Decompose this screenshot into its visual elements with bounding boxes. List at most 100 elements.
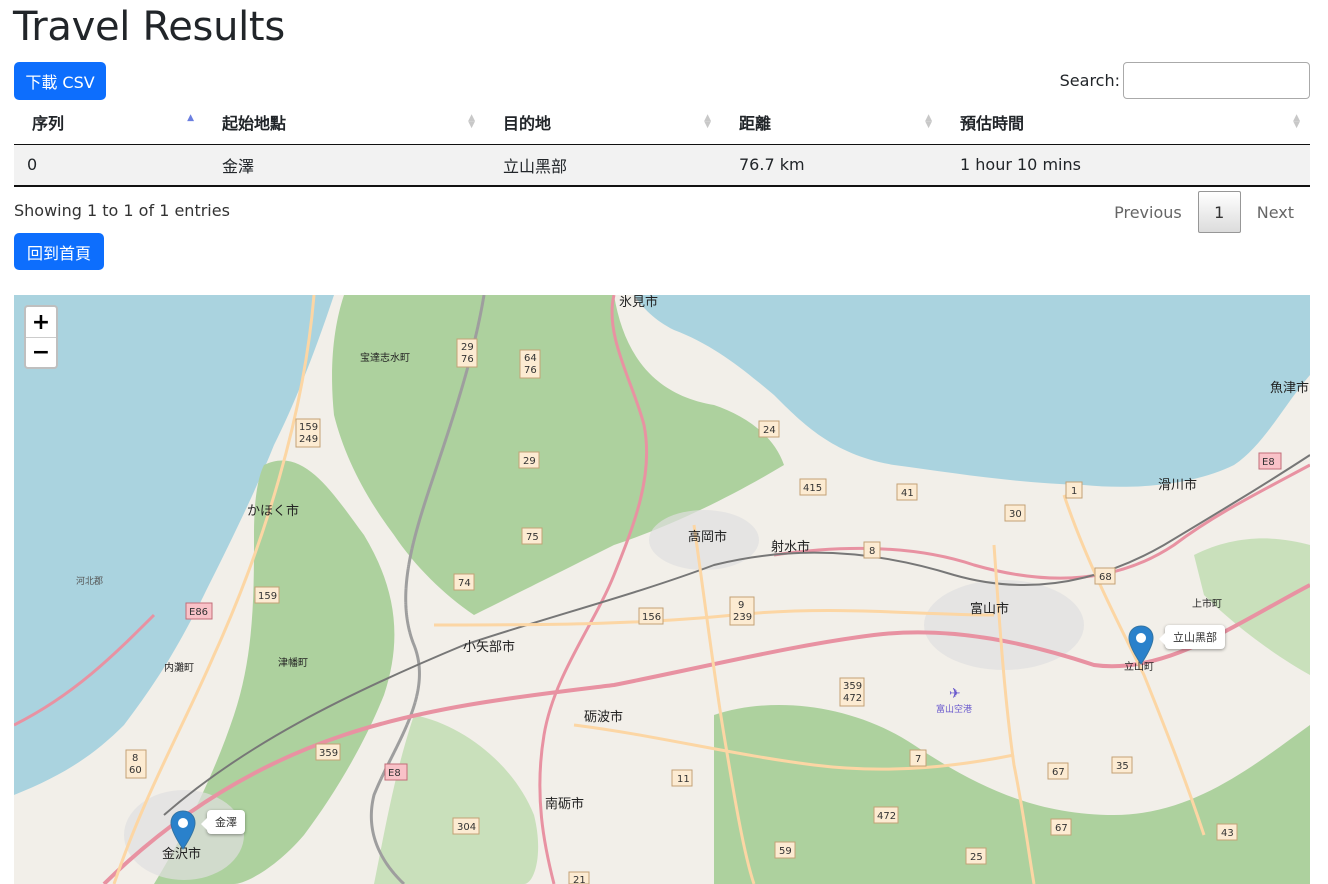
cell-index: 0 (14, 144, 204, 187)
svg-text:415: 415 (803, 483, 822, 494)
table-header-row: 序列 ▲ 起始地點 ▲ ▼ 目的地 ▲ ▼ 距離 ▲ ▼ 預估時間 ▲ ▼ (14, 101, 1310, 145)
svg-text:E8: E8 (1262, 457, 1275, 468)
svg-text:29: 29 (461, 342, 474, 353)
cell-duration: 1 hour 10 mins (942, 144, 1310, 187)
svg-text:67: 67 (1055, 823, 1068, 834)
table-row: 0 金澤 立山黑部 76.7 km 1 hour 10 mins (14, 144, 1310, 187)
svg-text:156: 156 (642, 612, 661, 623)
shield: 1 (1065, 481, 1083, 499)
zoom-control: + − (24, 305, 58, 369)
search-label: Search: (1059, 71, 1120, 90)
shield: 9239 (729, 596, 755, 626)
svg-text:68: 68 (1099, 572, 1112, 583)
shield: 860 (125, 749, 147, 779)
shield: 7 (909, 749, 927, 767)
column-header-destination[interactable]: 目的地 ▲ ▼ (485, 101, 721, 145)
shield: 359 (315, 743, 341, 761)
shield: 359472 (839, 677, 865, 707)
svg-text:239: 239 (733, 612, 752, 623)
svg-text:359: 359 (319, 748, 338, 759)
svg-text:159: 159 (299, 422, 318, 433)
map-label-tsubata: 津幡町 (278, 656, 308, 669)
map-label-himi: 氷見市 (619, 295, 658, 310)
column-header-distance[interactable]: 距離 ▲ ▼ (721, 101, 942, 145)
shield: 67 (1047, 762, 1069, 780)
sort-icon: ▲ ▼ (704, 113, 711, 130)
svg-text:35: 35 (1116, 761, 1129, 772)
map-label-hodatsushimizu: 宝達志水町 (360, 351, 410, 364)
map-label-kahoku-gun: 河北郡 (76, 575, 103, 587)
cell-origin: 金澤 (204, 144, 485, 187)
map-label-uchinada: 内灘町 (164, 661, 194, 674)
zoom-in-button[interactable]: + (26, 307, 56, 337)
map-label-tonami: 砺波市 (584, 709, 623, 725)
svg-text:43: 43 (1221, 828, 1234, 839)
map-label-toyama-airport: 富山空港 (936, 703, 972, 715)
sort-icon: ▲ ▼ (1293, 113, 1300, 130)
svg-text:67: 67 (1052, 767, 1065, 778)
svg-text:75: 75 (526, 532, 539, 543)
home-button[interactable]: 回到首頁 (14, 233, 104, 270)
shield: 75 (521, 527, 543, 545)
shield: 8 (863, 541, 881, 559)
shield: 21 (568, 871, 590, 884)
sort-asc-icon: ▲ (187, 113, 194, 123)
svg-text:472: 472 (843, 693, 862, 704)
shield: 2976 (456, 338, 478, 368)
map-marker-icon[interactable] (1128, 625, 1154, 665)
shield: 11 (671, 769, 693, 787)
zoom-out-button[interactable]: − (26, 337, 56, 367)
shield: 35 (1111, 756, 1133, 774)
shield: 472 (873, 806, 899, 824)
map-label-kamiichi: 上市町 (1192, 597, 1222, 610)
svg-text:E86: E86 (189, 607, 208, 618)
map-tiles: 氷見市 宝達志水町 かほく市 河北郡 内灘町 津幡町 小矢部市 砺波市 南砺市 … (14, 295, 1310, 884)
marker-tooltip-origin: 金澤 (201, 810, 245, 834)
marker-tooltip-destination: 立山黑部 (1159, 625, 1225, 649)
shield: 159249 (295, 418, 321, 448)
svg-text:59: 59 (779, 846, 792, 857)
previous-page-button[interactable]: Previous (1098, 191, 1198, 233)
page-1-button[interactable]: 1 (1197, 191, 1241, 233)
shield: E8 (1258, 452, 1282, 470)
column-header-duration[interactable]: 預估時間 ▲ ▼ (942, 101, 1310, 145)
page: Travel Results 下載 CSV Search: 序列 ▲ 起始地點 … (0, 0, 1328, 884)
svg-text:60: 60 (129, 765, 142, 776)
svg-text:30: 30 (1009, 509, 1022, 520)
svg-text:76: 76 (461, 354, 474, 365)
svg-text:304: 304 (457, 822, 476, 833)
column-header-origin[interactable]: 起始地點 ▲ ▼ (204, 101, 485, 145)
column-header-index[interactable]: 序列 ▲ (14, 101, 204, 145)
download-csv-button[interactable]: 下載 CSV (14, 62, 106, 100)
shield: 30 (1004, 504, 1026, 522)
svg-text:11: 11 (677, 774, 690, 785)
shield: 74 (453, 573, 475, 591)
svg-text:E8: E8 (388, 768, 401, 779)
svg-text:472: 472 (877, 811, 896, 822)
svg-text:7: 7 (915, 754, 921, 765)
pagination: Previous 1 Next (1098, 191, 1310, 233)
svg-text:76: 76 (524, 365, 537, 376)
shield: 43 (1216, 823, 1238, 841)
shield: E86 (185, 602, 213, 620)
svg-text:8: 8 (869, 546, 875, 557)
map-marker-icon[interactable] (170, 810, 196, 850)
svg-text:41: 41 (901, 488, 914, 499)
svg-text:1: 1 (1071, 486, 1077, 497)
svg-text:8: 8 (132, 753, 138, 764)
map-label-namerikawa: 滑川市 (1158, 477, 1197, 493)
search-box: Search: (1060, 62, 1310, 99)
shield: 415 (799, 478, 827, 496)
shield: 6476 (519, 349, 541, 379)
route-map[interactable]: 氷見市 宝達志水町 かほく市 河北郡 内灘町 津幡町 小矢部市 砺波市 南砺市 … (14, 295, 1310, 884)
shield: E8 (384, 763, 408, 781)
airport-icon: ✈ (949, 686, 961, 702)
results-table: 序列 ▲ 起始地點 ▲ ▼ 目的地 ▲ ▼ 距離 ▲ ▼ 預估時間 ▲ ▼ 0 … (14, 101, 1310, 187)
cell-destination: 立山黑部 (485, 144, 721, 187)
next-page-button[interactable]: Next (1241, 191, 1310, 233)
svg-text:359: 359 (843, 681, 862, 692)
map-label-oyabe: 小矢部市 (463, 639, 515, 655)
shield: 304 (452, 817, 480, 835)
search-input[interactable] (1123, 62, 1310, 99)
map-label-uozu: 魚津市 (1270, 380, 1309, 396)
